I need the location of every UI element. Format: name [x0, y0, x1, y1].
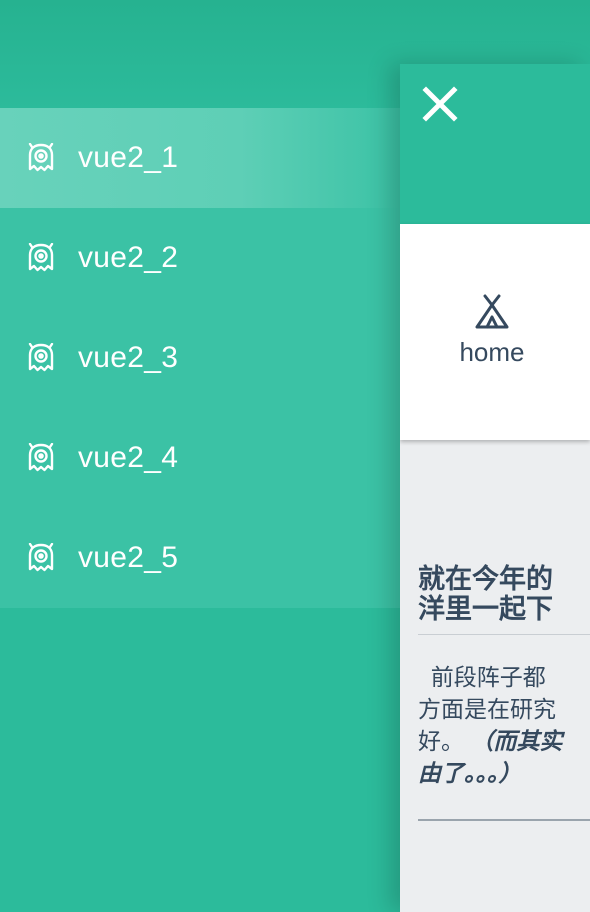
article: 就在今年的 洋里一起下 前段阵子都 方面是在研究 好。 （而其实 由了。。。）: [418, 564, 590, 829]
sidebar-menu: vue2_1 vue2_2 vue2_3 vue2_4 vue2_5: [0, 108, 400, 608]
article-body-line: 前段阵子都: [418, 664, 546, 690]
sidebar-item-vue2-5[interactable]: vue2_5: [0, 508, 400, 608]
article-title-line: 就在今年的: [418, 564, 553, 594]
article-body: 前段阵子都 方面是在研究 好。 （而其实 由了。。。）: [418, 661, 590, 789]
article-title: 就在今年的 洋里一起下: [418, 564, 590, 635]
ghost-icon: [26, 243, 56, 273]
sidebar-item-vue2-3[interactable]: vue2_3: [0, 308, 400, 408]
sidebar-item-vue2-1[interactable]: vue2_1: [0, 108, 400, 208]
tent-icon: [447, 294, 537, 335]
sidebar-item-label: vue2_5: [78, 541, 179, 574]
panel-header: [400, 64, 590, 224]
ghost-icon: [26, 543, 56, 573]
sidebar-item-label: vue2_2: [78, 241, 179, 274]
article-divider: [418, 819, 590, 821]
tab-home[interactable]: home: [447, 294, 537, 368]
sidebar-item-label: vue2_4: [78, 441, 179, 474]
sidebar-item-label: vue2_1: [78, 141, 179, 174]
close-icon[interactable]: [422, 86, 458, 122]
article-body-line: 好。: [418, 728, 464, 754]
tab-bar: home: [400, 224, 590, 440]
article-body-emphasis: 由了。。。）: [418, 760, 522, 786]
ghost-icon: [26, 343, 56, 373]
ghost-icon: [26, 143, 56, 173]
sidebar-item-vue2-2[interactable]: vue2_2: [0, 208, 400, 308]
ghost-icon: [26, 443, 56, 473]
article-title-line: 洋里一起下: [418, 594, 553, 624]
article-body-emphasis: （而其实: [470, 728, 563, 754]
tab-home-label: home: [459, 337, 525, 367]
sidebar-item-label: vue2_3: [78, 341, 179, 374]
content-panel: home 就在今年的 洋里一起下 前段阵子都 方面是在研究 好。 （而其实 由了…: [400, 64, 590, 912]
sidebar-item-vue2-4[interactable]: vue2_4: [0, 408, 400, 508]
article-body-line: 方面是在研究: [418, 696, 556, 722]
